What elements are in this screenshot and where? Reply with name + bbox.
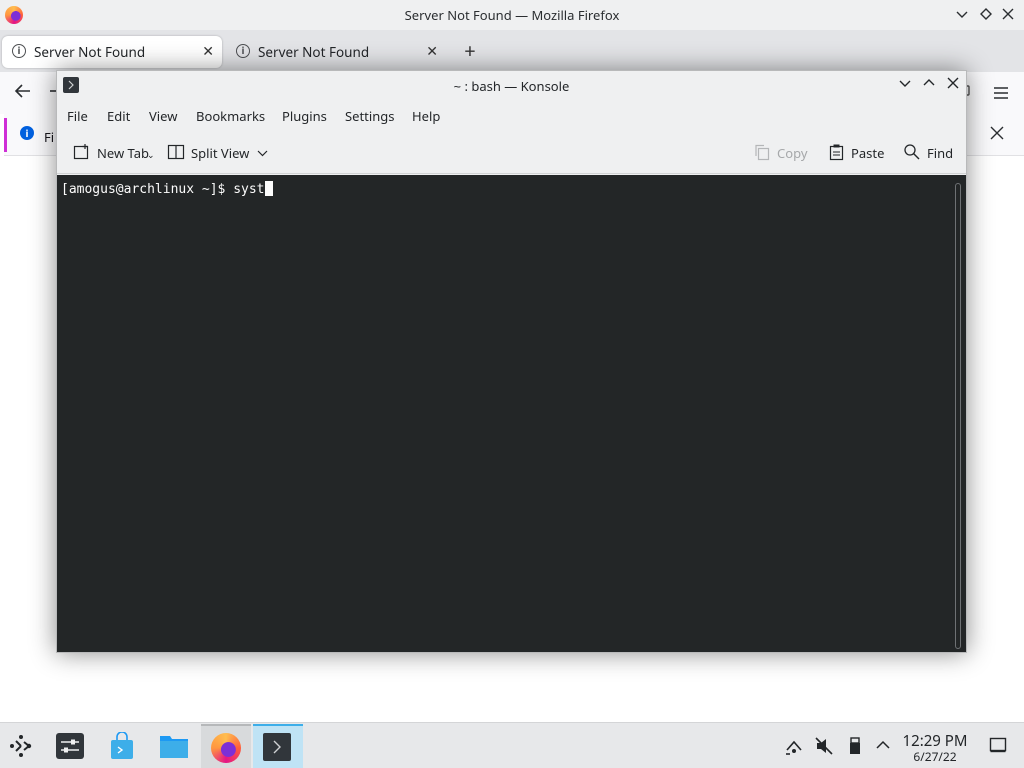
close-tab-icon[interactable]: ✕	[426, 42, 438, 61]
taskbar-discover[interactable]	[97, 724, 147, 768]
konsole-menubar: File Edit View Bookmarks Plugins Setting…	[57, 100, 966, 130]
konsole-window-title: ~ : bash — Konsole	[453, 77, 570, 95]
menu-bookmarks[interactable]: Bookmarks	[196, 107, 265, 125]
copy-button[interactable]: Copy	[753, 142, 813, 164]
close-notice-icon[interactable]	[990, 122, 1004, 145]
paste-button[interactable]: Paste	[828, 142, 888, 164]
menu-plugins[interactable]: Plugins	[282, 107, 327, 125]
menu-settings[interactable]: Settings	[345, 107, 394, 125]
search-icon	[903, 143, 921, 161]
back-arrow-icon[interactable]	[14, 82, 32, 106]
menu-edit[interactable]: Edit	[107, 107, 130, 125]
split-view-button[interactable]: Split View	[167, 142, 272, 164]
minimize-chevron-icon[interactable]	[952, 5, 972, 25]
shell-prompt: [amogus@archlinux ~]$	[61, 182, 234, 197]
settings-sliders-icon	[56, 733, 84, 759]
paste-icon	[828, 143, 846, 161]
taskbar-system-settings[interactable]	[45, 724, 95, 768]
menu-help[interactable]: Help	[412, 107, 440, 125]
firefox-titlebar: Server Not Found — Mozilla Firefox	[0, 0, 1024, 30]
volume-muted-icon[interactable]	[814, 736, 834, 756]
show-desktop-icon[interactable]	[988, 736, 1008, 756]
close-window-icon[interactable]	[998, 5, 1018, 25]
close-tab-icon[interactable]: ✕	[202, 42, 214, 61]
close-window-icon[interactable]	[944, 75, 962, 95]
maximize-diamond-icon[interactable]	[976, 5, 996, 25]
minimize-chevron-icon[interactable]	[896, 75, 914, 95]
taskbar-firefox[interactable]	[201, 724, 251, 768]
info-icon: i	[236, 44, 250, 58]
new-tab-button[interactable]: New Tab ⌄	[73, 142, 155, 164]
tab-label: Server Not Found	[34, 43, 146, 61]
firefox-window-title: Server Not Found — Mozilla Firefox	[404, 6, 620, 24]
menu-view[interactable]: View	[149, 107, 177, 125]
chevron-down-icon[interactable]	[257, 145, 268, 163]
copy-label: Copy	[777, 144, 808, 162]
tab-label: Server Not Found	[258, 43, 370, 61]
terminal-area[interactable]: [amogus@archlinux ~]$ syst	[57, 175, 966, 652]
command-input[interactable]: syst	[233, 182, 264, 197]
konsole-window: ~ : bash — Konsole File Edit View Bookma…	[56, 70, 967, 653]
usb-device-icon[interactable]	[845, 736, 865, 756]
find-button[interactable]: Find	[903, 142, 955, 164]
tab-server-not-found-2[interactable]: i Server Not Found ✕	[226, 36, 446, 68]
taskbar-konsole[interactable]	[253, 724, 303, 768]
new-tab-dropdown-icon[interactable]: ⌄	[147, 148, 155, 161]
new-tab-label: New Tab	[97, 144, 150, 162]
split-view-icon	[167, 143, 185, 161]
split-view-label: Split View	[191, 144, 250, 162]
new-tab-plus-icon[interactable]: +	[460, 37, 480, 64]
shopping-bag-icon	[109, 731, 135, 760]
find-label: Find	[927, 144, 954, 162]
firefox-logo-icon	[211, 733, 241, 763]
menu-file[interactable]: File	[67, 107, 88, 125]
maximize-chevron-icon[interactable]	[920, 75, 938, 95]
firefox-tab-strip: i Server Not Found ✕ i Server Not Found …	[0, 30, 1024, 72]
notice-text: Fi	[44, 128, 55, 146]
text-cursor	[264, 181, 273, 196]
taskbar-file-manager[interactable]	[149, 724, 199, 768]
terminal-scrollbar[interactable]	[955, 183, 961, 649]
folder-icon	[159, 733, 189, 759]
hamburger-menu-icon[interactable]	[994, 81, 1008, 105]
info-icon: i	[20, 126, 34, 140]
konsole-toolbar: New Tab ⌄ Split View Copy Paste Find	[57, 130, 966, 174]
tray-expand-chevron-icon[interactable]	[873, 736, 893, 756]
clock-date[interactable]: 6/27/22	[900, 748, 970, 765]
taskbar	[0, 722, 1024, 768]
application-launcher-icon[interactable]	[8, 733, 34, 759]
konsole-app-icon	[263, 733, 291, 761]
copy-icon	[753, 143, 771, 161]
tab-server-not-found-1[interactable]: i Server Not Found ✕	[2, 36, 222, 68]
network-icon[interactable]	[784, 736, 804, 756]
paste-label: Paste	[851, 144, 885, 162]
terminal-line: [amogus@archlinux ~]$ syst	[61, 181, 273, 197]
notice-accent-bar	[4, 118, 7, 152]
new-tab-icon	[73, 143, 91, 161]
info-icon: i	[12, 44, 26, 58]
konsole-titlebar: ~ : bash — Konsole	[57, 71, 966, 100]
